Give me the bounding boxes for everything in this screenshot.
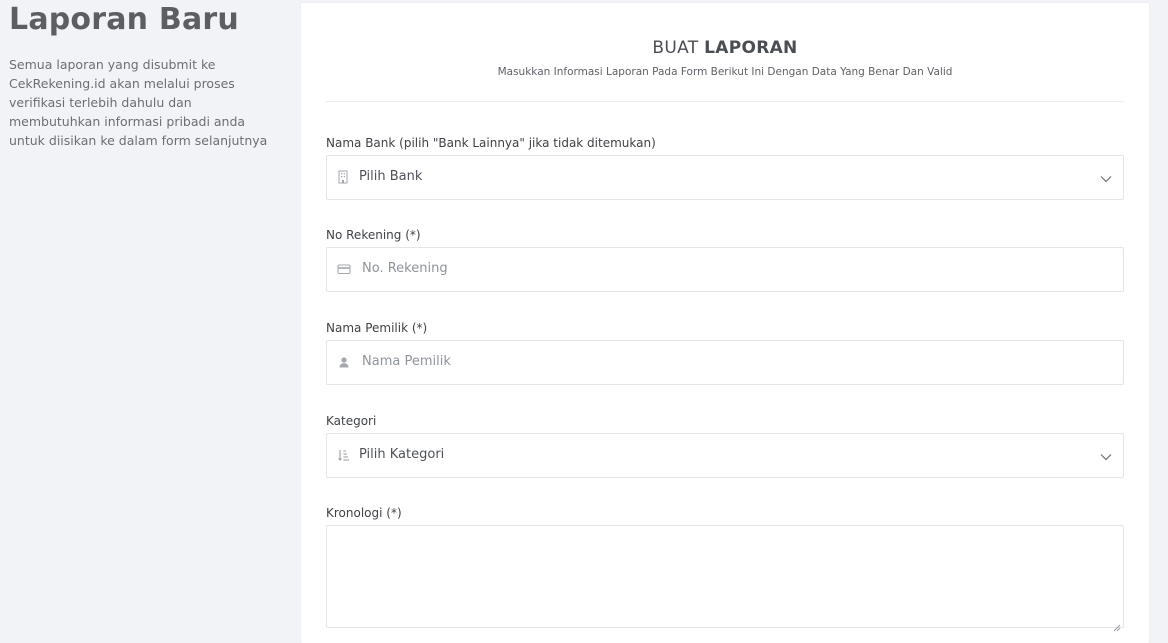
form-header: BUAT LAPORAN Masukkan Informasi Laporan … (326, 3, 1124, 102)
intro-description: Semua laporan yang disubmit ke CekRekeni… (9, 57, 268, 148)
pemilik-field[interactable] (326, 340, 1124, 385)
resize-handle-icon[interactable] (1113, 617, 1121, 632)
rekening-label: No Rekening (*) (326, 228, 421, 242)
chevron-down-icon (1099, 449, 1113, 463)
bank-select-value: Pilih Bank (359, 169, 423, 184)
form-divider (326, 101, 1124, 102)
chevron-down-icon (1099, 171, 1113, 185)
kategori-select-value: Pilih Kategori (359, 447, 445, 462)
credit-card-icon (336, 261, 352, 277)
kategori-select[interactable]: Pilih Kategori (326, 433, 1124, 478)
bank-label: Nama Bank (pilih "Bank Lainnya" jika tid… (326, 136, 656, 150)
form-subtitle: Masukkan Informasi Laporan Pada Form Ber… (497, 66, 953, 78)
bank-select[interactable]: Pilih Bank (326, 155, 1124, 200)
kronologi-textarea[interactable] (326, 525, 1124, 632)
page-title: Laporan Baru (9, 2, 239, 37)
form-title-bold: LAPORAN (704, 38, 798, 58)
form-title-light: BUAT (652, 38, 699, 58)
rekening-field[interactable] (326, 247, 1124, 292)
kategori-label: Kategori (326, 414, 377, 428)
report-form: BUAT LAPORAN Masukkan Informasi Laporan … (326, 3, 1124, 632)
pemilik-label: Nama Pemilik (*) (326, 321, 428, 335)
pemilik-input[interactable] (362, 354, 1102, 370)
user-icon (336, 354, 352, 370)
sort-list-icon (336, 447, 352, 463)
kronologi-label: Kronologi (*) (326, 506, 402, 520)
bank-icon (336, 169, 352, 185)
rekening-input[interactable] (362, 261, 1102, 277)
form-title: BUAT LAPORAN (326, 37, 1124, 59)
intro-panel: Laporan Baru Semua laporan yang disubmit… (9, 0, 271, 150)
report-form-card: BUAT LAPORAN Masukkan Informasi Laporan … (301, 3, 1149, 643)
